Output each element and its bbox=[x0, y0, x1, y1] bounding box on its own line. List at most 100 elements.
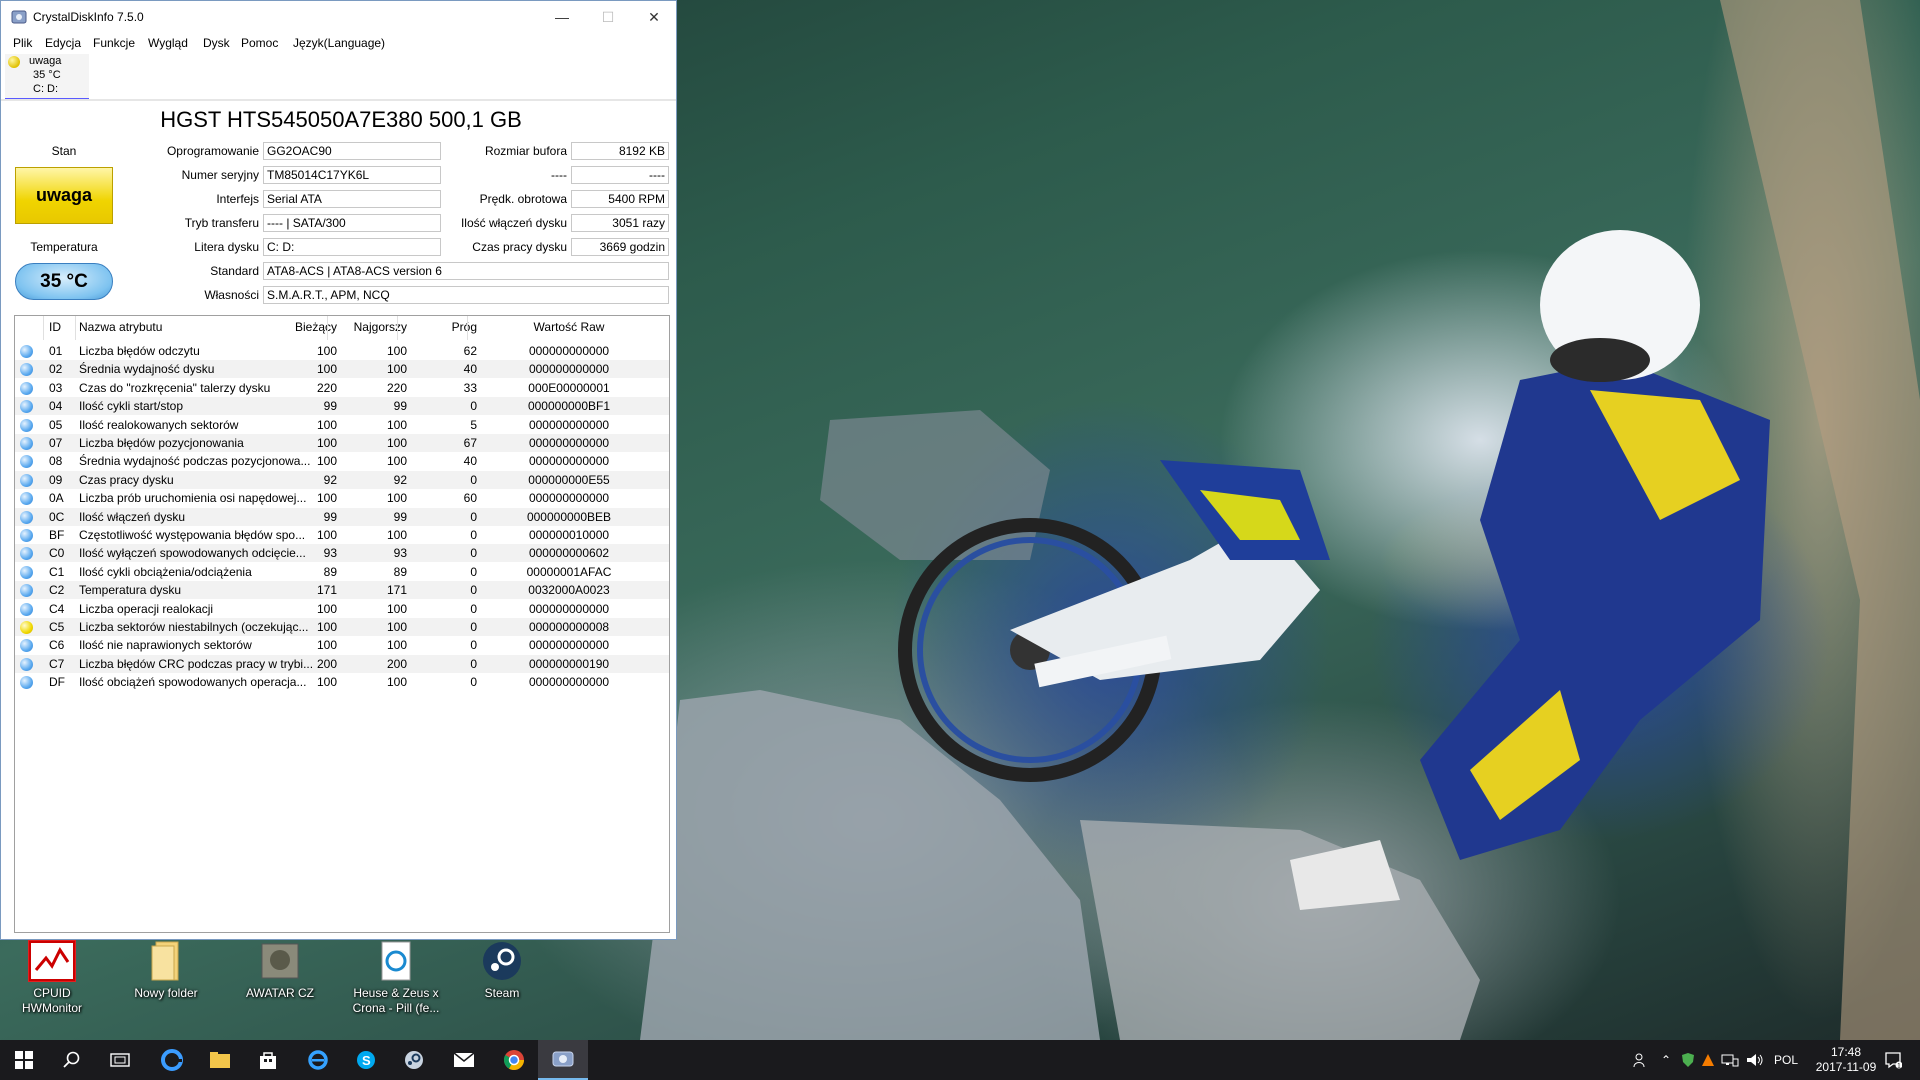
hwmonitor-icon bbox=[28, 940, 76, 982]
cell-raw-value: 000000000000 bbox=[528, 344, 610, 358]
table-row[interactable]: 0C Ilość włączeń dysku 99 99 0 000000000BEB bbox=[15, 507, 669, 526]
table-row[interactable]: 02 Średnia wydajność dysku 100 100 40 0000000… bbox=[15, 360, 669, 379]
table-row[interactable]: 09 Czas pracy dysku 92 92 0 000000000E55 bbox=[15, 470, 669, 489]
cell-current: 100 bbox=[316, 638, 337, 653]
defender-tray-icon[interactable] bbox=[1678, 1040, 1698, 1080]
table-row[interactable]: C1 Ilość cykli obciążenia/odciążenia 89 89 0… bbox=[15, 563, 669, 581]
desktop-icon-label-line2: Crona - Pill (fe... bbox=[352, 1001, 440, 1015]
title-bar[interactable]: CrystalDiskInfo 7.5.0 — ☐ ✕ bbox=[1, 1, 676, 33]
health-status-button[interactable]: uwaga bbox=[15, 167, 113, 224]
maximize-button[interactable]: ☐ bbox=[585, 1, 631, 33]
edge-taskbar-button[interactable] bbox=[148, 1040, 196, 1080]
cpuid-hwmonitor-desktop-icon[interactable]: CPUID HWMonitor bbox=[8, 940, 96, 1016]
cell-raw-value: 000000000000 bbox=[528, 362, 610, 377]
store-icon bbox=[260, 1052, 276, 1069]
table-row[interactable]: C0 Ilość wyłączeń spowodowanych odcięcie.… bbox=[15, 544, 669, 563]
volume-tray-icon[interactable] bbox=[1742, 1040, 1768, 1080]
table-row[interactable]: 07 Liczba błędów pozycjonowania 100 100 67 00… bbox=[15, 434, 669, 452]
cell-current: 200 bbox=[316, 656, 337, 671]
good-status-icon bbox=[20, 676, 33, 690]
clock[interactable]: 17:48 2017-11-09 bbox=[1806, 1040, 1886, 1080]
task-view-button[interactable] bbox=[96, 1040, 144, 1080]
good-status-icon bbox=[20, 418, 33, 432]
cell-current: 100 bbox=[316, 436, 337, 450]
table-row[interactable]: DF Ilość obciążeń spowodowanych operacja.… bbox=[15, 673, 669, 691]
cell-id: C7 bbox=[49, 656, 65, 671]
good-status-icon bbox=[20, 602, 33, 616]
table-row[interactable]: C4 Liczba operacji realokacji 100 100 0 00000… bbox=[15, 600, 669, 618]
cell-current: 100 bbox=[316, 528, 337, 542]
search-button[interactable] bbox=[48, 1040, 96, 1080]
cell-threshold: 0 bbox=[470, 528, 477, 542]
steam-taskbar-button[interactable] bbox=[390, 1040, 438, 1080]
cell-id: 05 bbox=[49, 417, 63, 432]
shield-icon bbox=[1682, 1053, 1694, 1067]
crystaldiskinfo-window[interactable]: CrystalDiskInfo 7.5.0 — ☐ ✕ Plik Edycja … bbox=[0, 0, 677, 940]
file-explorer-taskbar-button[interactable] bbox=[196, 1040, 244, 1080]
menu-funkcje[interactable]: Funkcje bbox=[93, 36, 135, 50]
menu-pomoc[interactable]: Pomoc bbox=[241, 36, 278, 50]
table-row[interactable]: 01 Liczba błędów odczytu 100 100 62 000000000… bbox=[15, 342, 669, 360]
nv-cache-label: ---- bbox=[551, 168, 567, 182]
close-button[interactable]: ✕ bbox=[631, 1, 677, 33]
status-label: Stan bbox=[51, 144, 77, 158]
smart-attributes-table[interactable]: ID Nazwa atrybutu Bieżący Najgorszy Próg… bbox=[14, 315, 670, 933]
steam-desktop-icon[interactable]: Steam bbox=[458, 940, 546, 1001]
cell-raw-value: 000000010000 bbox=[528, 528, 610, 542]
action-center-button[interactable]: 1 bbox=[1876, 1040, 1910, 1080]
table-row[interactable]: BF Częstotliwość występowania błędów spo.… bbox=[15, 526, 669, 544]
input-language-button[interactable]: POL bbox=[1768, 1040, 1804, 1080]
table-row[interactable]: 03 Czas do "rozkręcenia" talerzy dysku 220… bbox=[15, 379, 669, 397]
avast-tray-icon[interactable] bbox=[1698, 1040, 1718, 1080]
header-raw-value[interactable]: Wartość Raw bbox=[481, 320, 657, 334]
crystaldiskinfo-taskbar-button[interactable] bbox=[538, 1040, 588, 1080]
cell-current: 100 bbox=[316, 344, 337, 358]
cell-current: 100 bbox=[316, 491, 337, 506]
internet-explorer-taskbar-button[interactable] bbox=[294, 1040, 342, 1080]
menu-plik[interactable]: Plik bbox=[13, 36, 32, 50]
disk-tab-c-d[interactable]: uwaga 35 °C C: D: bbox=[5, 54, 89, 100]
table-row[interactable]: 04 Ilość cykli start/stop 99 99 0 000000000BF… bbox=[15, 397, 669, 416]
table-row[interactable]: 08 Średnia wydajność podczas pozycjonowa.… bbox=[15, 452, 669, 470]
table-row[interactable]: C2 Temperatura dysku 171 171 0 0032000A0023 bbox=[15, 581, 669, 600]
cell-id: 04 bbox=[49, 399, 63, 414]
awatar-cz-desktop-icon[interactable]: AWATAR CZ bbox=[236, 940, 324, 1001]
cell-raw-value: 000000000BF1 bbox=[527, 399, 611, 414]
mail-taskbar-button[interactable] bbox=[440, 1040, 488, 1080]
steam-icon bbox=[478, 940, 526, 982]
menu-wyglad[interactable]: Wygląd bbox=[148, 36, 188, 50]
table-row[interactable]: C6 Ilość nie naprawionych sektorów 100 100 0… bbox=[15, 636, 669, 654]
table-row[interactable]: C7 Liczba błędów CRC podczas pracy w tryb… bbox=[15, 654, 669, 673]
header-name[interactable]: Nazwa atrybutu bbox=[79, 320, 162, 334]
people-button[interactable] bbox=[1626, 1040, 1656, 1080]
buffer-size-value: 8192 KB bbox=[571, 142, 669, 160]
steam-icon bbox=[405, 1051, 423, 1069]
table-row[interactable]: 05 Ilość realokowanych sektorów 100 100 5 000… bbox=[15, 416, 669, 434]
header-current[interactable]: Bieżący bbox=[287, 320, 337, 334]
desktop-icon-label: CPUID HWMonitor bbox=[21, 986, 82, 1015]
clock-date: 2017-11-09 bbox=[1815, 1060, 1877, 1074]
menu-jezyk[interactable]: Język(Language) bbox=[293, 36, 385, 50]
table-row[interactable]: 0A Liczba prób uruchomienia osi napędowej… bbox=[15, 489, 669, 507]
menu-bar: Plik Edycja Funkcje Wygląd Dysk Pomoc Ję… bbox=[1, 33, 676, 53]
menu-edycja[interactable]: Edycja bbox=[45, 36, 81, 50]
cell-id: C6 bbox=[49, 638, 65, 653]
cell-threshold: 0 bbox=[470, 472, 477, 487]
cell-current: 89 bbox=[323, 564, 337, 579]
table-row[interactable]: C5 Liczba sektorów niestabilnych (oczekuj… bbox=[15, 618, 669, 636]
minimize-button[interactable]: — bbox=[539, 1, 585, 33]
column-separator bbox=[397, 316, 398, 340]
skype-taskbar-button[interactable]: S bbox=[342, 1040, 390, 1080]
header-id[interactable]: ID bbox=[49, 320, 61, 334]
show-hidden-icons-button[interactable]: ⌃ bbox=[1656, 1040, 1676, 1080]
taskbar: S ⌃ POL 17:48 2017-11-09 1 bbox=[0, 1040, 1920, 1080]
store-taskbar-button[interactable] bbox=[244, 1040, 292, 1080]
start-button[interactable] bbox=[0, 1040, 48, 1080]
temperature-button[interactable]: 35 °C bbox=[15, 263, 113, 300]
disk-tab-letters: C: D: bbox=[33, 83, 59, 95]
chrome-taskbar-button[interactable] bbox=[490, 1040, 538, 1080]
nowy-folder-desktop-icon[interactable]: Nowy folder bbox=[122, 940, 210, 1001]
network-tray-icon[interactable] bbox=[1718, 1040, 1742, 1080]
menu-dysk[interactable]: Dysk bbox=[203, 36, 230, 50]
heuse-zeus-desktop-icon[interactable]: Heuse & Zeus x Crona - Pill (fe... bbox=[348, 940, 444, 1016]
